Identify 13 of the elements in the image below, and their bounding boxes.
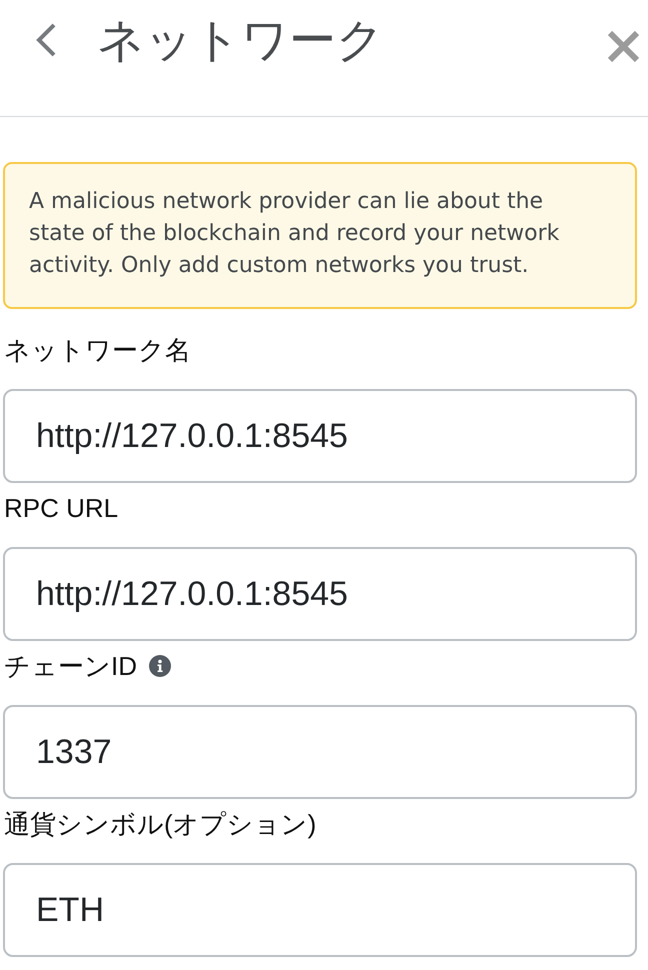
input-field[interactable]: http://127.0.0.1:8545 <box>3 389 637 483</box>
back-chevron-icon[interactable] <box>35 23 57 57</box>
info-icon[interactable] <box>149 655 171 677</box>
field-label: チェーンID <box>4 650 137 682</box>
field-label: RPC URL <box>4 492 118 524</box>
field-label: 通貨シンボル(オプション) <box>4 808 316 840</box>
field-label: ネットワーク名 <box>4 334 191 366</box>
warning-message: A malicious network provider can lie about the state of the blockchain and record your network activity. Only add custom networks you trust. <box>3 162 637 309</box>
close-icon[interactable] <box>607 30 640 62</box>
page-title: ネットワーク <box>97 12 384 68</box>
input-field[interactable]: 1337 <box>3 705 637 799</box>
input-field[interactable]: http://127.0.0.1:8545 <box>3 547 637 641</box>
input-field[interactable]: ETH <box>3 863 637 957</box>
